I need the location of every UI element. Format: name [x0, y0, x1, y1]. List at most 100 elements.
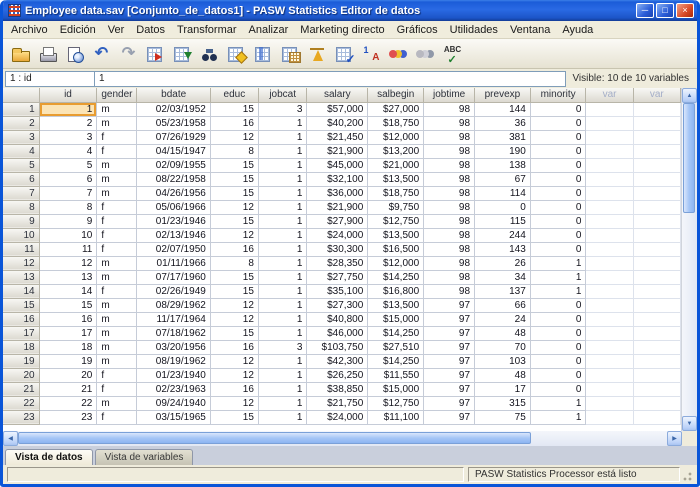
cell[interactable]: 143 — [475, 242, 531, 256]
cell[interactable]: $12,000 — [368, 256, 424, 270]
cell[interactable]: 12 — [39, 256, 97, 270]
cell[interactable]: 0 — [530, 368, 586, 382]
find-button[interactable] — [196, 41, 223, 67]
cell[interactable]: $16,500 — [368, 242, 424, 256]
cell[interactable]: 23 — [39, 410, 97, 424]
weight-cases-button[interactable] — [304, 41, 331, 67]
empty-cell[interactable] — [633, 214, 680, 228]
scroll-up-icon[interactable]: ▲ — [682, 88, 697, 103]
cell[interactable]: 1 — [258, 130, 307, 144]
cell[interactable]: 75 — [475, 410, 531, 424]
vertical-scroll-thumb[interactable] — [683, 103, 695, 213]
cell[interactable]: 8 — [210, 256, 258, 270]
column-header-salary[interactable]: salary — [307, 88, 368, 102]
selected-cell[interactable]: 1 — [39, 102, 97, 116]
scroll-down-icon[interactable]: ▼ — [682, 416, 697, 431]
cell[interactable]: $15,000 — [368, 382, 424, 396]
empty-cell[interactable] — [586, 172, 633, 186]
cell[interactable]: 17 — [475, 382, 531, 396]
cell[interactable]: $12,750 — [368, 396, 424, 410]
title-bar[interactable]: Employee data.sav [Conjunto_de_datos1] -… — [3, 0, 697, 21]
cell[interactable]: 1 — [258, 284, 307, 298]
cell[interactable]: 1 — [258, 256, 307, 270]
cell[interactable]: 09/24/1940 — [137, 396, 210, 410]
empty-cell[interactable] — [633, 382, 680, 396]
row-header-21[interactable]: 21 — [3, 382, 39, 396]
cell[interactable]: 137 — [475, 284, 531, 298]
cell[interactable]: $14,250 — [368, 354, 424, 368]
cell[interactable]: $12,750 — [368, 214, 424, 228]
cell[interactable]: 244 — [475, 228, 531, 242]
cell[interactable]: 21 — [39, 382, 97, 396]
cell[interactable]: 12 — [210, 130, 258, 144]
cell[interactable]: 0 — [530, 298, 586, 312]
cell[interactable]: $103,750 — [307, 340, 368, 354]
cell[interactable]: 97 — [424, 368, 475, 382]
cell[interactable]: $16,800 — [368, 284, 424, 298]
cell[interactable]: 13 — [39, 270, 97, 284]
cell[interactable]: 0 — [530, 102, 586, 116]
cell[interactable]: $14,250 — [368, 326, 424, 340]
empty-cell[interactable] — [633, 130, 680, 144]
cell[interactable]: $28,350 — [307, 256, 368, 270]
cell[interactable]: 0 — [530, 354, 586, 368]
cell[interactable]: 98 — [424, 284, 475, 298]
cell[interactable]: 1 — [258, 242, 307, 256]
cell[interactable]: 3 — [258, 102, 307, 116]
scroll-right-icon[interactable]: ▶ — [667, 431, 682, 446]
cell[interactable]: $21,450 — [307, 130, 368, 144]
empty-cell[interactable] — [633, 144, 680, 158]
cell[interactable]: 08/22/1958 — [137, 172, 210, 186]
cell[interactable]: 36 — [475, 116, 531, 130]
cell[interactable]: 07/26/1929 — [137, 130, 210, 144]
cell[interactable]: 14 — [39, 284, 97, 298]
cell[interactable]: $24,000 — [307, 228, 368, 242]
cell[interactable]: f — [97, 228, 137, 242]
empty-cell[interactable] — [586, 410, 633, 424]
empty-cell[interactable] — [586, 242, 633, 256]
cell[interactable]: 98 — [424, 228, 475, 242]
show-all-variables-button[interactable] — [412, 41, 439, 67]
undo-button[interactable] — [88, 41, 115, 67]
cell[interactable]: 98 — [424, 186, 475, 200]
cell[interactable]: 1 — [258, 158, 307, 172]
cell[interactable]: 1 — [258, 200, 307, 214]
cell[interactable]: 02/03/1952 — [137, 102, 210, 116]
empty-cell[interactable] — [586, 396, 633, 410]
cell[interactable]: 0 — [530, 172, 586, 186]
cell[interactable]: 16 — [210, 116, 258, 130]
cell[interactable]: 98 — [424, 200, 475, 214]
empty-cell[interactable] — [586, 186, 633, 200]
cell[interactable]: m — [97, 102, 137, 116]
cell[interactable]: 98 — [424, 256, 475, 270]
tab-variable-view[interactable]: Vista de variables — [95, 449, 194, 465]
cell[interactable]: 08/19/1962 — [137, 354, 210, 368]
cell[interactable]: 1 — [258, 368, 307, 382]
cell[interactable]: 98 — [424, 270, 475, 284]
row-header-1[interactable]: 1 — [3, 102, 39, 116]
cell[interactable]: 15 — [210, 172, 258, 186]
cell[interactable]: 1 — [530, 256, 586, 270]
empty-cell[interactable] — [586, 312, 633, 326]
cell[interactable]: 4 — [39, 144, 97, 158]
cell[interactable]: $40,800 — [307, 312, 368, 326]
row-header-19[interactable]: 19 — [3, 354, 39, 368]
cell[interactable]: m — [97, 312, 137, 326]
empty-cell[interactable] — [586, 228, 633, 242]
cell[interactable]: 0 — [530, 214, 586, 228]
cell[interactable]: 114 — [475, 186, 531, 200]
cell[interactable]: 15 — [210, 214, 258, 228]
insert-variable-button[interactable] — [250, 41, 277, 67]
cell[interactable]: 0 — [530, 186, 586, 200]
cell[interactable]: 48 — [475, 326, 531, 340]
cell[interactable]: m — [97, 326, 137, 340]
cell[interactable]: 190 — [475, 144, 531, 158]
empty-cell[interactable] — [633, 158, 680, 172]
cell[interactable]: 3 — [258, 340, 307, 354]
cell[interactable]: 0 — [530, 340, 586, 354]
open-file-button[interactable] — [7, 41, 34, 67]
cell[interactable]: $18,750 — [368, 186, 424, 200]
column-header-jobcat[interactable]: jobcat — [258, 88, 307, 102]
split-file-button[interactable] — [277, 41, 304, 67]
cell[interactable]: 8 — [210, 144, 258, 158]
